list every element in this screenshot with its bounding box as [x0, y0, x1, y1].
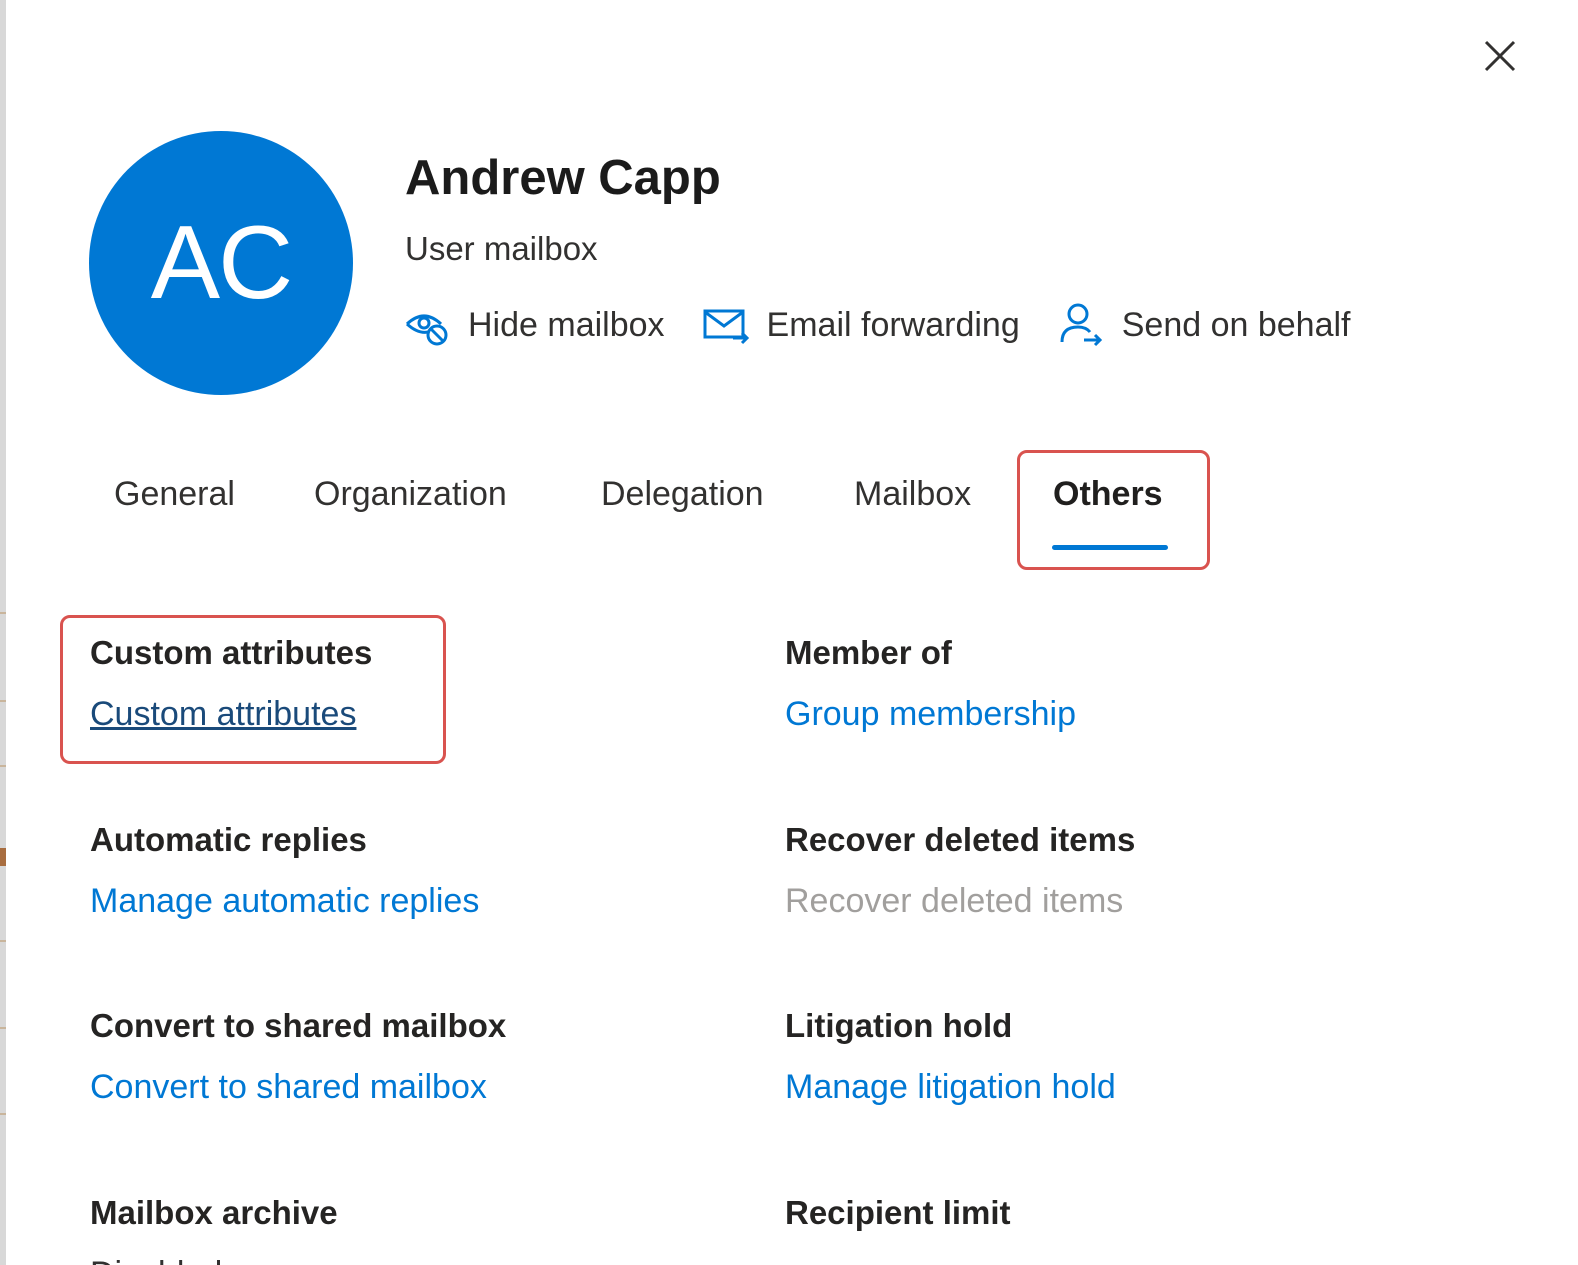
- section-convert-shared-mailbox: Convert to shared mailbox Convert to sha…: [90, 1006, 506, 1107]
- section-member-of: Member of Group membership: [785, 633, 1076, 734]
- convert-shared-mailbox-heading: Convert to shared mailbox: [90, 1007, 507, 1044]
- tab-organization[interactable]: Organization: [314, 475, 507, 514]
- recover-deleted-items-heading: Recover deleted items: [785, 821, 1136, 858]
- tab-general[interactable]: General: [114, 475, 235, 514]
- email-forwarding-button[interactable]: Email forwarding: [703, 302, 1020, 348]
- section-recover-deleted-items: Recover deleted items Recover deleted it…: [785, 820, 1135, 921]
- panel-left-edge: [0, 0, 6, 1265]
- hide-mailbox-label: Hide mailbox: [468, 305, 665, 344]
- header-actions: Hide mailbox Email forwarding Send on be…: [404, 300, 1389, 350]
- close-button[interactable]: [1474, 32, 1526, 84]
- section-mailbox-archive: Mailbox archive Disabled: [90, 1193, 338, 1265]
- convert-shared-mailbox-link[interactable]: Convert to shared mailbox: [90, 1067, 506, 1107]
- recipient-limit-heading: Recipient limit: [785, 1194, 1011, 1231]
- send-on-behalf-label: Send on behalf: [1121, 305, 1351, 344]
- send-on-behalf-button[interactable]: Send on behalf: [1058, 302, 1351, 348]
- mailbox-type: User mailbox: [405, 230, 598, 267]
- eye-hide-icon: [404, 302, 450, 348]
- manage-litigation-hold-link[interactable]: Manage litigation hold: [785, 1067, 1116, 1107]
- custom-attributes-link[interactable]: Custom attributes: [90, 694, 372, 734]
- mail-forward-icon: [703, 302, 749, 348]
- member-of-heading: Member of: [785, 634, 952, 671]
- litigation-hold-heading: Litigation hold: [785, 1007, 1013, 1044]
- avatar-initials: AC: [150, 204, 293, 321]
- section-custom-attributes: Custom attributes Custom attributes: [90, 633, 372, 734]
- recover-deleted-items-link: Recover deleted items: [785, 882, 1124, 920]
- page-title: Andrew Capp: [405, 151, 721, 205]
- email-forwarding-label: Email forwarding: [766, 305, 1020, 344]
- section-recipient-limit: Recipient limit: [785, 1193, 1011, 1233]
- hide-mailbox-button[interactable]: Hide mailbox: [404, 302, 665, 348]
- group-membership-link[interactable]: Group membership: [785, 694, 1076, 734]
- tab-mailbox[interactable]: Mailbox: [854, 475, 971, 514]
- tab-delegation[interactable]: Delegation: [601, 475, 764, 514]
- highlight-others-tab: [1017, 450, 1210, 570]
- manage-automatic-replies-link[interactable]: Manage automatic replies: [90, 881, 479, 921]
- section-litigation-hold: Litigation hold Manage litigation hold: [785, 1006, 1116, 1107]
- person-arrow-icon: [1058, 302, 1104, 348]
- automatic-replies-heading: Automatic replies: [90, 821, 367, 858]
- mailbox-details-panel: AC Andrew Capp User mailbox Hide mailbox: [0, 0, 1578, 1265]
- mailbox-archive-status: Disabled: [90, 1254, 338, 1265]
- avatar: AC: [89, 131, 353, 395]
- custom-attributes-heading: Custom attributes: [90, 634, 373, 671]
- section-automatic-replies: Automatic replies Manage automatic repli…: [90, 820, 479, 921]
- mailbox-archive-heading: Mailbox archive: [90, 1194, 338, 1231]
- close-icon: [1480, 36, 1520, 81]
